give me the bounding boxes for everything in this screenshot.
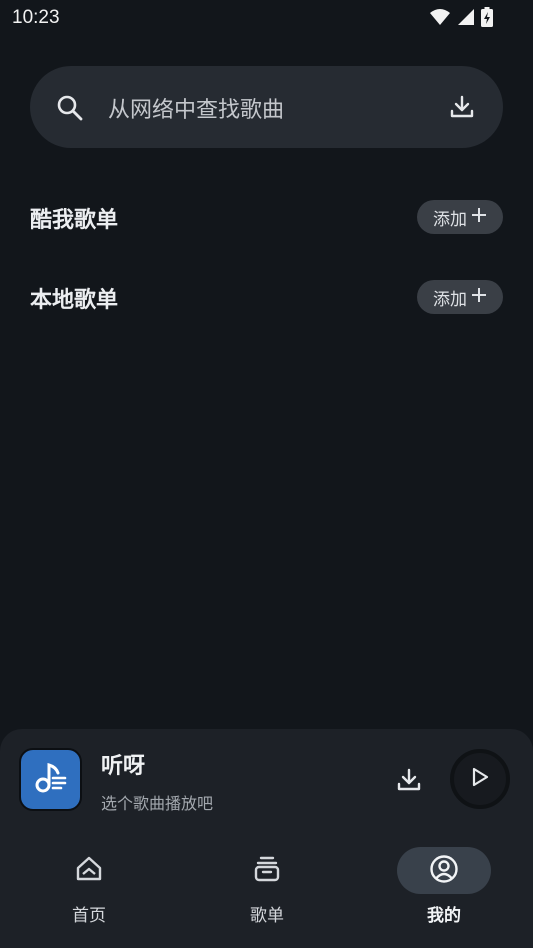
music-note-icon [34,761,68,799]
battery-charging-icon [481,7,493,27]
app-screen: 10:23 从网络中查找歌曲 酷我歌单 添加 本地歌单 添加 听呀 选个歌曲播放… [0,0,533,948]
home-icon [75,855,103,887]
playlist-icon [253,855,281,887]
plus-icon [471,207,487,228]
status-time: 10:23 [12,7,60,28]
nav-icon-container [220,847,314,894]
bottom-nav: 首页 歌单 我的 [0,839,533,948]
nav-label-home: 首页 [72,906,106,926]
download-icon[interactable] [396,767,422,797]
nav-item-playlists[interactable]: 歌单 [207,847,327,937]
add-local-playlist-button[interactable]: 添加 [417,280,503,314]
section-local-playlists: 本地歌单 添加 [30,278,503,318]
play-icon [471,767,489,791]
mini-player[interactable]: 听呀 选个歌曲播放吧 [0,729,533,839]
track-title: 听呀 [101,754,146,779]
profile-icon [429,854,459,888]
search-icon [56,94,84,126]
plus-icon [471,287,487,308]
nav-item-home[interactable]: 首页 [29,847,149,937]
status-icons [429,7,493,27]
download-icon[interactable] [449,94,475,124]
nav-icon-container [42,847,136,894]
track-subtitle: 选个歌曲播放吧 [101,794,214,813]
wifi-icon [429,8,451,26]
add-button-label: 添加 [433,289,467,310]
status-bar: 10:23 [0,0,533,36]
signal-icon [457,8,475,26]
nav-label-playlists: 歌单 [250,906,284,926]
section-title: 酷我歌单 [30,208,119,233]
add-kuwo-playlist-button[interactable]: 添加 [417,200,503,234]
nav-item-profile[interactable]: 我的 [384,847,504,937]
section-title: 本地歌单 [30,288,119,313]
nav-icon-container-active [397,847,491,894]
search-input[interactable]: 从网络中查找歌曲 [108,92,284,124]
add-button-label: 添加 [433,209,467,230]
play-button[interactable] [450,749,510,809]
album-art [19,748,82,811]
section-kuwo-playlists: 酷我歌单 添加 [30,198,503,238]
search-bar[interactable]: 从网络中查找歌曲 [30,66,503,148]
nav-label-profile: 我的 [427,906,461,926]
